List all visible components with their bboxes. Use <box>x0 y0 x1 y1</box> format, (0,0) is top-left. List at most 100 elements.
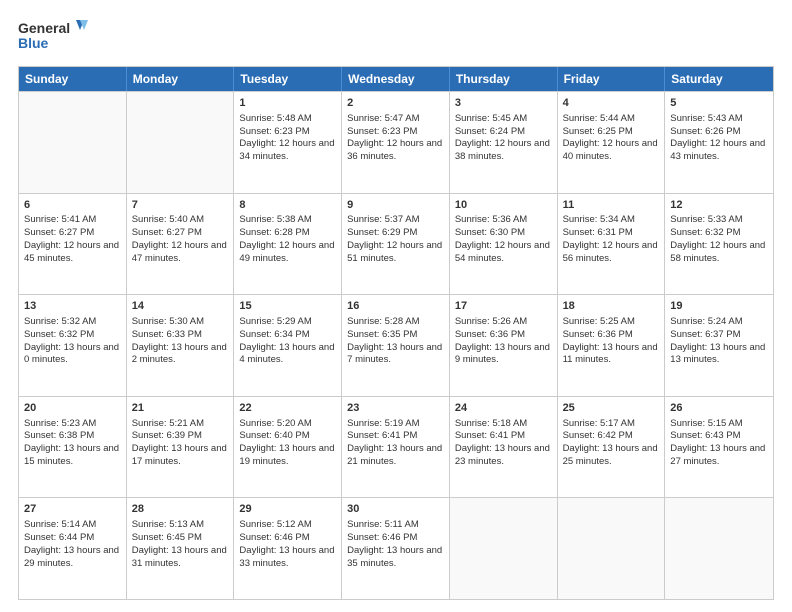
calendar-row-4: 27 Sunrise: 5:14 AM Sunset: 6:44 PM Dayl… <box>19 497 773 599</box>
calendar-cell-3-3: 23 Sunrise: 5:19 AM Sunset: 6:41 PM Dayl… <box>342 397 450 498</box>
sunset-label: Sunset: 6:31 PM <box>563 227 633 238</box>
daylight-label: Daylight: 12 hours and 56 minutes. <box>563 240 658 264</box>
calendar-cell-1-3: 9 Sunrise: 5:37 AM Sunset: 6:29 PM Dayli… <box>342 194 450 295</box>
daylight-label: Daylight: 13 hours and 15 minutes. <box>24 443 119 467</box>
header-monday: Monday <box>127 67 235 91</box>
calendar-cell-4-4 <box>450 498 558 599</box>
calendar-cell-3-4: 24 Sunrise: 5:18 AM Sunset: 6:41 PM Dayl… <box>450 397 558 498</box>
sunset-label: Sunset: 6:43 PM <box>670 430 740 441</box>
day-number: 14 <box>132 299 229 314</box>
calendar-body: 1 Sunrise: 5:48 AM Sunset: 6:23 PM Dayli… <box>19 91 773 599</box>
day-number: 29 <box>239 502 336 517</box>
calendar-cell-0-0 <box>19 92 127 193</box>
sunrise-label: Sunrise: 5:40 AM <box>132 214 204 225</box>
daylight-label: Daylight: 13 hours and 17 minutes. <box>132 443 227 467</box>
sunrise-label: Sunrise: 5:48 AM <box>239 113 311 124</box>
calendar-cell-0-2: 1 Sunrise: 5:48 AM Sunset: 6:23 PM Dayli… <box>234 92 342 193</box>
sunrise-label: Sunrise: 5:19 AM <box>347 418 419 429</box>
sunset-label: Sunset: 6:23 PM <box>239 126 309 137</box>
calendar-cell-4-0: 27 Sunrise: 5:14 AM Sunset: 6:44 PM Dayl… <box>19 498 127 599</box>
sunset-label: Sunset: 6:39 PM <box>132 430 202 441</box>
daylight-label: Daylight: 13 hours and 0 minutes. <box>24 342 119 366</box>
sunset-label: Sunset: 6:41 PM <box>347 430 417 441</box>
daylight-label: Daylight: 12 hours and 40 minutes. <box>563 138 658 162</box>
day-number: 6 <box>24 198 121 213</box>
sunrise-label: Sunrise: 5:14 AM <box>24 519 96 530</box>
header-sunday: Sunday <box>19 67 127 91</box>
sunset-label: Sunset: 6:30 PM <box>455 227 525 238</box>
day-number: 1 <box>239 96 336 111</box>
sunrise-label: Sunrise: 5:28 AM <box>347 316 419 327</box>
calendar-cell-3-0: 20 Sunrise: 5:23 AM Sunset: 6:38 PM Dayl… <box>19 397 127 498</box>
sunset-label: Sunset: 6:46 PM <box>347 532 417 543</box>
daylight-label: Daylight: 12 hours and 38 minutes. <box>455 138 550 162</box>
sunset-label: Sunset: 6:45 PM <box>132 532 202 543</box>
day-number: 17 <box>455 299 552 314</box>
daylight-label: Daylight: 12 hours and 34 minutes. <box>239 138 334 162</box>
sunrise-label: Sunrise: 5:38 AM <box>239 214 311 225</box>
sunrise-label: Sunrise: 5:15 AM <box>670 418 742 429</box>
sunset-label: Sunset: 6:44 PM <box>24 532 94 543</box>
sunrise-label: Sunrise: 5:17 AM <box>563 418 635 429</box>
sunset-label: Sunset: 6:35 PM <box>347 329 417 340</box>
daylight-label: Daylight: 13 hours and 31 minutes. <box>132 545 227 569</box>
sunrise-label: Sunrise: 5:30 AM <box>132 316 204 327</box>
sunset-label: Sunset: 6:42 PM <box>563 430 633 441</box>
sunset-label: Sunset: 6:27 PM <box>24 227 94 238</box>
calendar-cell-2-1: 14 Sunrise: 5:30 AM Sunset: 6:33 PM Dayl… <box>127 295 235 396</box>
day-number: 20 <box>24 401 121 416</box>
day-number: 23 <box>347 401 444 416</box>
sunset-label: Sunset: 6:28 PM <box>239 227 309 238</box>
daylight-label: Daylight: 13 hours and 33 minutes. <box>239 545 334 569</box>
daylight-label: Daylight: 13 hours and 4 minutes. <box>239 342 334 366</box>
sunrise-label: Sunrise: 5:45 AM <box>455 113 527 124</box>
calendar-row-1: 6 Sunrise: 5:41 AM Sunset: 6:27 PM Dayli… <box>19 193 773 295</box>
sunrise-label: Sunrise: 5:11 AM <box>347 519 419 530</box>
daylight-label: Daylight: 12 hours and 54 minutes. <box>455 240 550 264</box>
daylight-label: Daylight: 13 hours and 7 minutes. <box>347 342 442 366</box>
logo: General Blue <box>18 18 88 56</box>
calendar-cell-3-1: 21 Sunrise: 5:21 AM Sunset: 6:39 PM Dayl… <box>127 397 235 498</box>
daylight-label: Daylight: 13 hours and 21 minutes. <box>347 443 442 467</box>
day-number: 16 <box>347 299 444 314</box>
sunrise-label: Sunrise: 5:36 AM <box>455 214 527 225</box>
daylight-label: Daylight: 13 hours and 9 minutes. <box>455 342 550 366</box>
day-number: 10 <box>455 198 552 213</box>
daylight-label: Daylight: 13 hours and 19 minutes. <box>239 443 334 467</box>
sunrise-label: Sunrise: 5:20 AM <box>239 418 311 429</box>
calendar-cell-1-6: 12 Sunrise: 5:33 AM Sunset: 6:32 PM Dayl… <box>665 194 773 295</box>
calendar-cell-1-1: 7 Sunrise: 5:40 AM Sunset: 6:27 PM Dayli… <box>127 194 235 295</box>
sunset-label: Sunset: 6:23 PM <box>347 126 417 137</box>
sunrise-label: Sunrise: 5:44 AM <box>563 113 635 124</box>
daylight-label: Daylight: 13 hours and 35 minutes. <box>347 545 442 569</box>
header-wednesday: Wednesday <box>342 67 450 91</box>
calendar-cell-4-3: 30 Sunrise: 5:11 AM Sunset: 6:46 PM Dayl… <box>342 498 450 599</box>
calendar-cell-0-5: 4 Sunrise: 5:44 AM Sunset: 6:25 PM Dayli… <box>558 92 666 193</box>
day-number: 21 <box>132 401 229 416</box>
day-number: 26 <box>670 401 768 416</box>
day-number: 19 <box>670 299 768 314</box>
calendar-cell-4-2: 29 Sunrise: 5:12 AM Sunset: 6:46 PM Dayl… <box>234 498 342 599</box>
header-saturday: Saturday <box>665 67 773 91</box>
sunrise-label: Sunrise: 5:23 AM <box>24 418 96 429</box>
sunrise-label: Sunrise: 5:47 AM <box>347 113 419 124</box>
calendar-row-3: 20 Sunrise: 5:23 AM Sunset: 6:38 PM Dayl… <box>19 396 773 498</box>
sunset-label: Sunset: 6:34 PM <box>239 329 309 340</box>
day-number: 11 <box>563 198 660 213</box>
sunset-label: Sunset: 6:36 PM <box>455 329 525 340</box>
sunrise-label: Sunrise: 5:25 AM <box>563 316 635 327</box>
daylight-label: Daylight: 13 hours and 13 minutes. <box>670 342 765 366</box>
day-number: 25 <box>563 401 660 416</box>
day-number: 13 <box>24 299 121 314</box>
calendar-cell-2-4: 17 Sunrise: 5:26 AM Sunset: 6:36 PM Dayl… <box>450 295 558 396</box>
sunset-label: Sunset: 6:32 PM <box>24 329 94 340</box>
daylight-label: Daylight: 12 hours and 36 minutes. <box>347 138 442 162</box>
sunset-label: Sunset: 6:37 PM <box>670 329 740 340</box>
day-number: 4 <box>563 96 660 111</box>
calendar-cell-2-6: 19 Sunrise: 5:24 AM Sunset: 6:37 PM Dayl… <box>665 295 773 396</box>
sunrise-label: Sunrise: 5:41 AM <box>24 214 96 225</box>
sunrise-label: Sunrise: 5:12 AM <box>239 519 311 530</box>
calendar-cell-2-0: 13 Sunrise: 5:32 AM Sunset: 6:32 PM Dayl… <box>19 295 127 396</box>
svg-text:General: General <box>18 20 70 36</box>
day-number: 8 <box>239 198 336 213</box>
